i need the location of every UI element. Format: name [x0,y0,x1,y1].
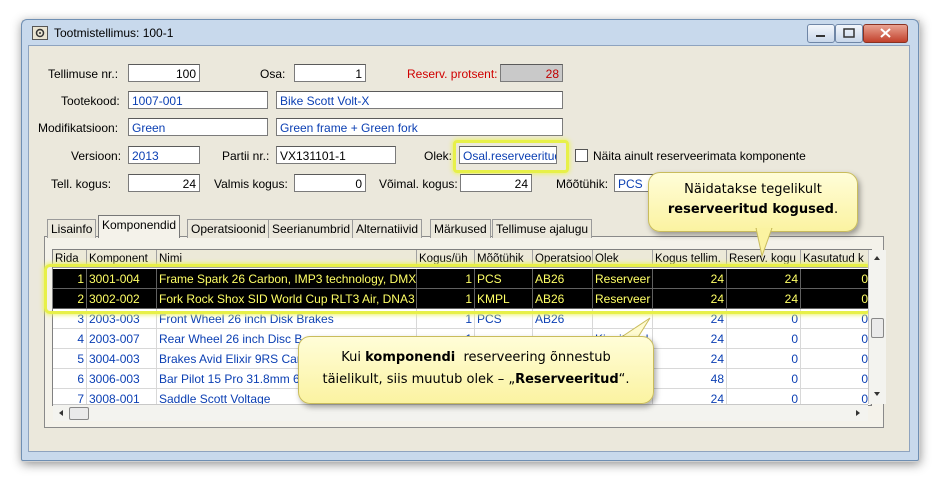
order-number-field[interactable]: 100 [128,64,200,82]
cell-kasutatud: 0 [801,329,871,349]
ordered-qty-label: Tell. kogus: [51,177,112,191]
cell-rida: 6 [53,369,87,389]
scroll-up-icon[interactable] [869,250,885,266]
window-title: Tootmistellimus: 100-1 [54,26,174,40]
tab-komponendid[interactable]: Komponendid [98,215,181,238]
callout-bottom-mid: reserveering õnnestub [455,350,611,365]
cell-kasutatud: 0 [801,349,871,369]
callout-bottom-bold1: komponendi [365,350,456,365]
ordered-qty-field[interactable]: 24 [128,174,200,192]
show-unreserved-label: Näita ainult reserveerimata komponente [593,149,806,163]
tab-markused[interactable]: Märkused [430,219,491,238]
show-unreserved-checkbox[interactable] [575,149,588,162]
product-code-label: Tootekood: [61,94,120,108]
modification-description-field: Green frame + Green fork [276,118,563,136]
title-bar: Tootmistellimus: 100-1 [22,20,918,46]
tab-tellimuse-ajalugu[interactable]: Tellimuse ajalugu [492,219,593,238]
callout-bottom-bold2: Reserveeritud [515,372,619,387]
unit-label: Mõõtühik: [556,177,609,191]
cell-kogus-tellim: 48 [653,369,727,389]
finished-qty-field: 0 [294,174,366,192]
gear-app-icon [32,26,48,40]
product-code-field[interactable]: 1007-001 [128,91,268,109]
callout-reservation-status: Kui komponendi reserveering õnnestub täi… [298,336,654,404]
maximize-icon [843,28,855,38]
scroll-right-icon[interactable] [850,405,866,421]
callout-top-line1: Näidatakse tegelikult [684,182,822,197]
scroll-left-icon[interactable] [53,405,69,421]
batch-label: Partii nr.: [222,149,270,163]
scroll-thumb[interactable] [871,318,884,338]
cell-rida: 4 [53,329,87,349]
callout-top-bold: reserveeritud kogused [667,202,834,217]
modification-field[interactable]: Green [128,118,268,136]
order-number-label: Tellimuse nr.: [48,67,119,81]
cell-kogus-tellim: 24 [653,329,727,349]
cell-reserv-kogus: 0 [727,329,801,349]
maximize-button[interactable] [835,24,863,43]
callout-top-end: . [833,202,839,217]
cell-kogus-tellim: 24 [653,349,727,369]
cell-rida: 5 [53,349,87,369]
finished-qty-label: Valmis kogus: [214,177,288,191]
close-button[interactable] [863,24,908,43]
possible-qty-label: Võimal. kogus: [379,177,458,191]
close-icon [880,28,891,38]
cell-komponent: 3004-003 [87,349,157,369]
tab-operatsioonid[interactable]: Operatsioonid [187,219,270,238]
cell-reserv-kogus: 0 [727,369,801,389]
horizontal-scrollbar[interactable] [53,404,868,421]
tab-alternatiivid[interactable]: Alternatiivid [352,219,423,238]
tab-lisainfo[interactable]: Lisainfo [47,219,97,238]
possible-qty-field: 24 [460,174,532,192]
reserve-percent-label: Reserv. protsent: [407,67,498,81]
minimize-button[interactable] [807,24,835,43]
tab-seerianumbrid[interactable]: Seerianumbrid [268,219,355,238]
selection-highlight [44,264,872,314]
version-label: Versioon: [71,149,122,163]
cell-reserv-kogus: 0 [727,349,801,369]
minimize-icon [816,35,825,37]
part-field[interactable]: 1 [294,64,366,82]
callout-bottom-end: “. [618,372,630,387]
cell-komponent: 2003-007 [87,329,157,349]
part-label: Osa: [260,67,286,81]
hscroll-thumb[interactable] [69,407,89,420]
status-label: Olek: [424,149,453,163]
scroll-down-icon[interactable] [869,386,885,402]
status-highlight [453,140,569,173]
product-name-field: Bike Scott Volt-X [276,91,563,109]
version-field[interactable]: 2013 [128,146,200,164]
callout-top-pointer [755,228,773,258]
callout-bottom-pre: Kui [341,350,366,365]
cell-komponent: 3006-003 [87,369,157,389]
cell-kasutatud: 0 [801,369,871,389]
reserve-percent-field: 28 [500,64,563,82]
callout-bottom-line2: täielikult, siis muutub olek – „ [322,372,516,387]
callout-reserved-quantities: Näidatakse tegelikult reserveeritud kogu… [648,172,858,232]
batch-field[interactable]: VX131101-1 [276,146,396,164]
vertical-scrollbar[interactable] [868,250,886,404]
modification-label: Modifikatsioon: [38,121,119,135]
